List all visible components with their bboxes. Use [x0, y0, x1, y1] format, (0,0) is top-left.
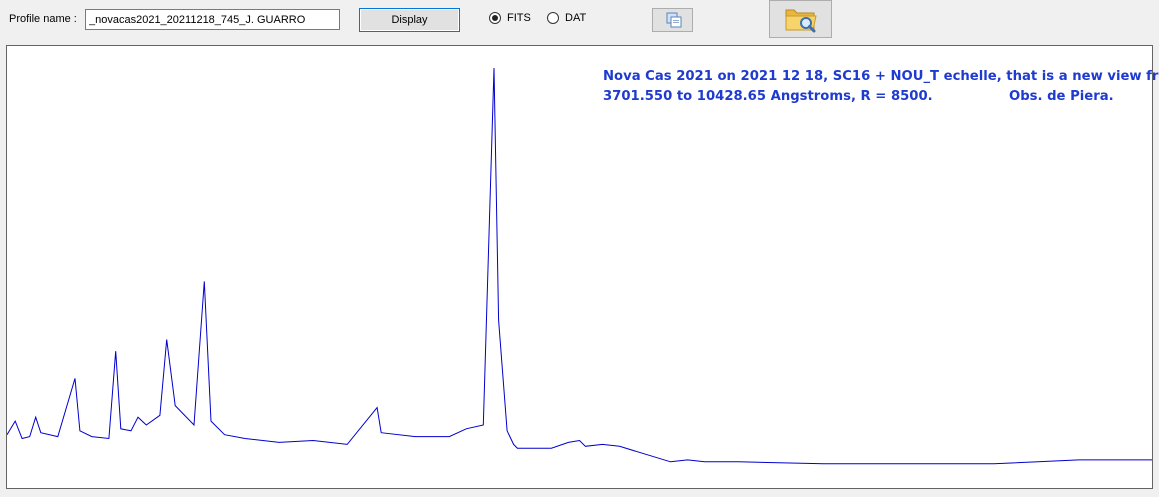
- annotation-obs: Obs. de Piera.: [1009, 89, 1114, 104]
- radio-dat-dot[interactable]: [547, 12, 559, 24]
- toolbar: Profile name : Display FITS DAT: [0, 0, 1159, 44]
- radio-dat-label: DAT: [565, 12, 587, 24]
- spectrum-chart: [7, 67, 1152, 465]
- folder-search-icon: [785, 9, 817, 33]
- annotation-line-1: Nova Cas 2021 on 2021 12 18, SC16 + NOU_…: [603, 69, 1159, 84]
- spectrum-plot: Nova Cas 2021 on 2021 12 18, SC16 + NOU_…: [6, 45, 1159, 489]
- open-folder-button[interactable]: [769, 0, 832, 38]
- radio-fits-label: FITS: [507, 12, 531, 24]
- spectrum-line: [7, 67, 1152, 465]
- radio-dat[interactable]: DAT: [547, 12, 586, 24]
- profile-name-label: Profile name :: [9, 13, 77, 25]
- profile-name-input[interactable]: [85, 9, 340, 30]
- copy-icon: [666, 12, 682, 28]
- radio-fits[interactable]: FITS: [489, 12, 531, 24]
- display-button[interactable]: Display: [359, 8, 460, 32]
- copy-button[interactable]: [652, 8, 693, 32]
- plot-annotation: Nova Cas 2021 on 2021 12 18, SC16 + NOU_…: [603, 67, 1159, 107]
- radio-fits-dot[interactable]: [489, 12, 501, 24]
